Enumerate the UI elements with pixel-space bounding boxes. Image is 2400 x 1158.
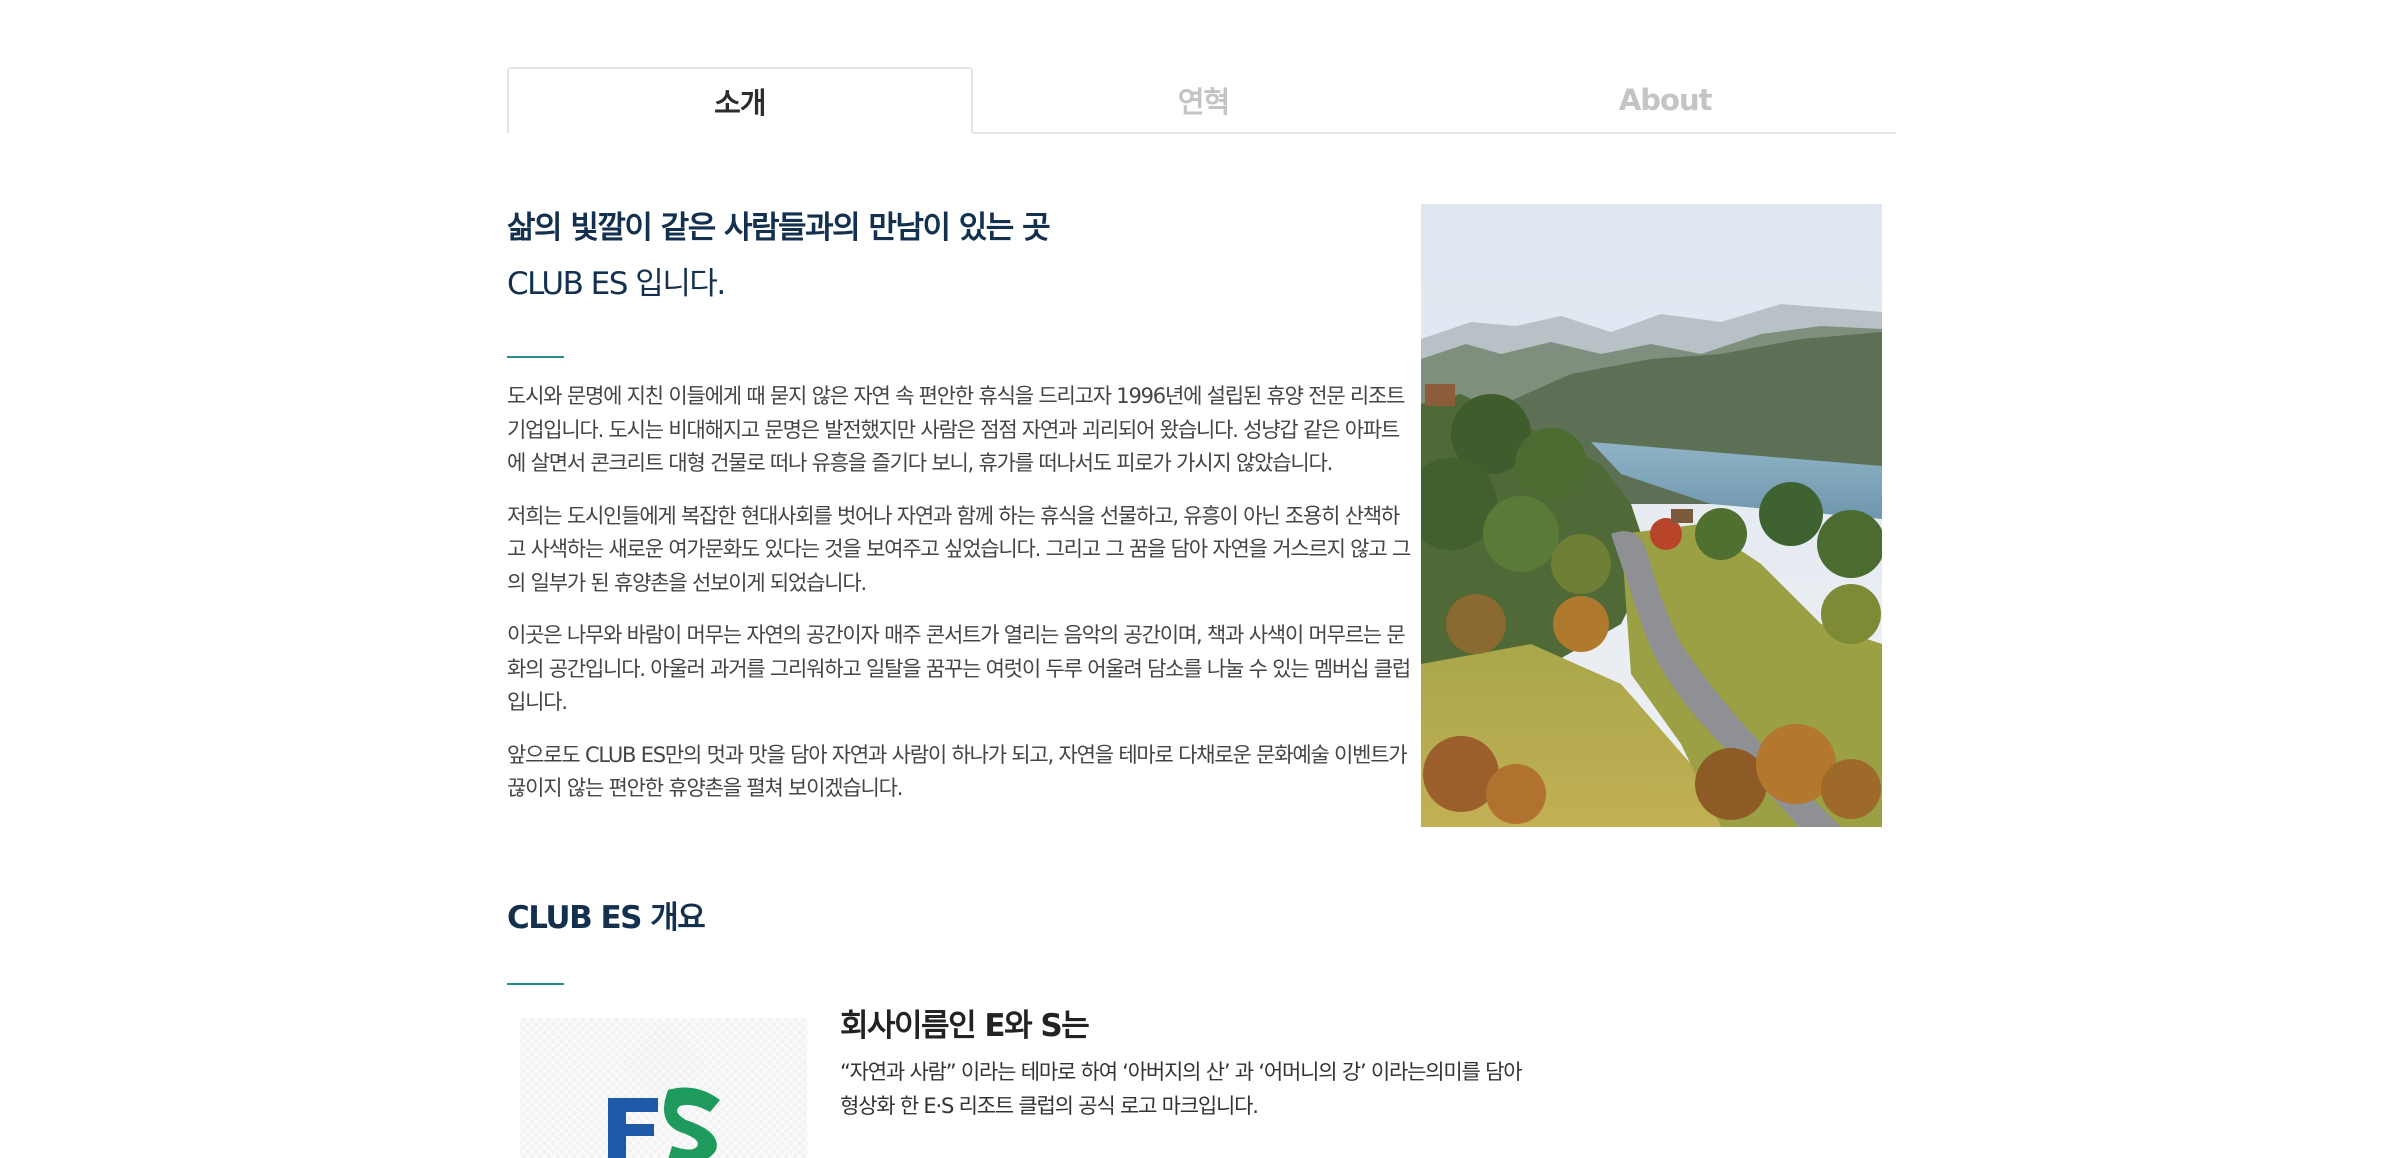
- accent-divider: [507, 356, 564, 358]
- intro-subline: CLUB ES 입니다.: [507, 266, 726, 302]
- tab-about[interactable]: About: [1434, 67, 1896, 132]
- tab-intro[interactable]: 소개: [507, 67, 973, 134]
- intro-paragraph-4: 앞으로도 CLUB ES만의 멋과 맛을 담아 자연과 사람이 하나가 되고, …: [507, 742, 1408, 801]
- intro-section: 삶의 빛깔이 같은 사람들과의 만남이 있는 곳 CLUB ES 입니다. 도시…: [507, 200, 1412, 825]
- tab-history[interactable]: 연혁: [973, 67, 1435, 132]
- intro-paragraph-1: 도시와 문명에 지친 이들에게 때 묻지 않은 자연 속 편안한 휴식을 드리고…: [507, 384, 1405, 475]
- overview-accent-divider: [507, 983, 564, 985]
- resort-landscape-photo: [1421, 204, 1882, 827]
- overview-title: CLUB ES 개요: [507, 900, 706, 936]
- company-desc-line-2: 형상화 한 E·S 리조트 클럽의 공식 로고 마크입니다.: [840, 1094, 1259, 1118]
- company-name-description: “자연과 사람” 이라는 테마로 하여 ‘아버지의 산’ 과 ‘어머니의 강’ …: [840, 1055, 1600, 1123]
- intro-headline: 삶의 빛깔이 같은 사람들과의 만남이 있는 곳: [507, 210, 1051, 246]
- intro-paragraph-3: 이곳은 나무와 바람이 머무는 자연의 공간이자 매주 콘서트가 열리는 음악의…: [507, 623, 1411, 714]
- company-name-title: 회사이름인 E와 S는: [840, 1008, 1090, 1044]
- club-es-logo: [520, 1018, 807, 1158]
- tab-bar: 소개 연혁 About: [507, 67, 1896, 134]
- intro-paragraph-2: 저희는 도시인들에게 복잡한 현대사회를 벗어나 자연과 함께 하는 휴식을 선…: [507, 503, 1411, 595]
- company-desc-line-1: “자연과 사람” 이라는 테마로 하여 ‘아버지의 산’ 과 ‘어머니의 강’ …: [840, 1060, 1523, 1084]
